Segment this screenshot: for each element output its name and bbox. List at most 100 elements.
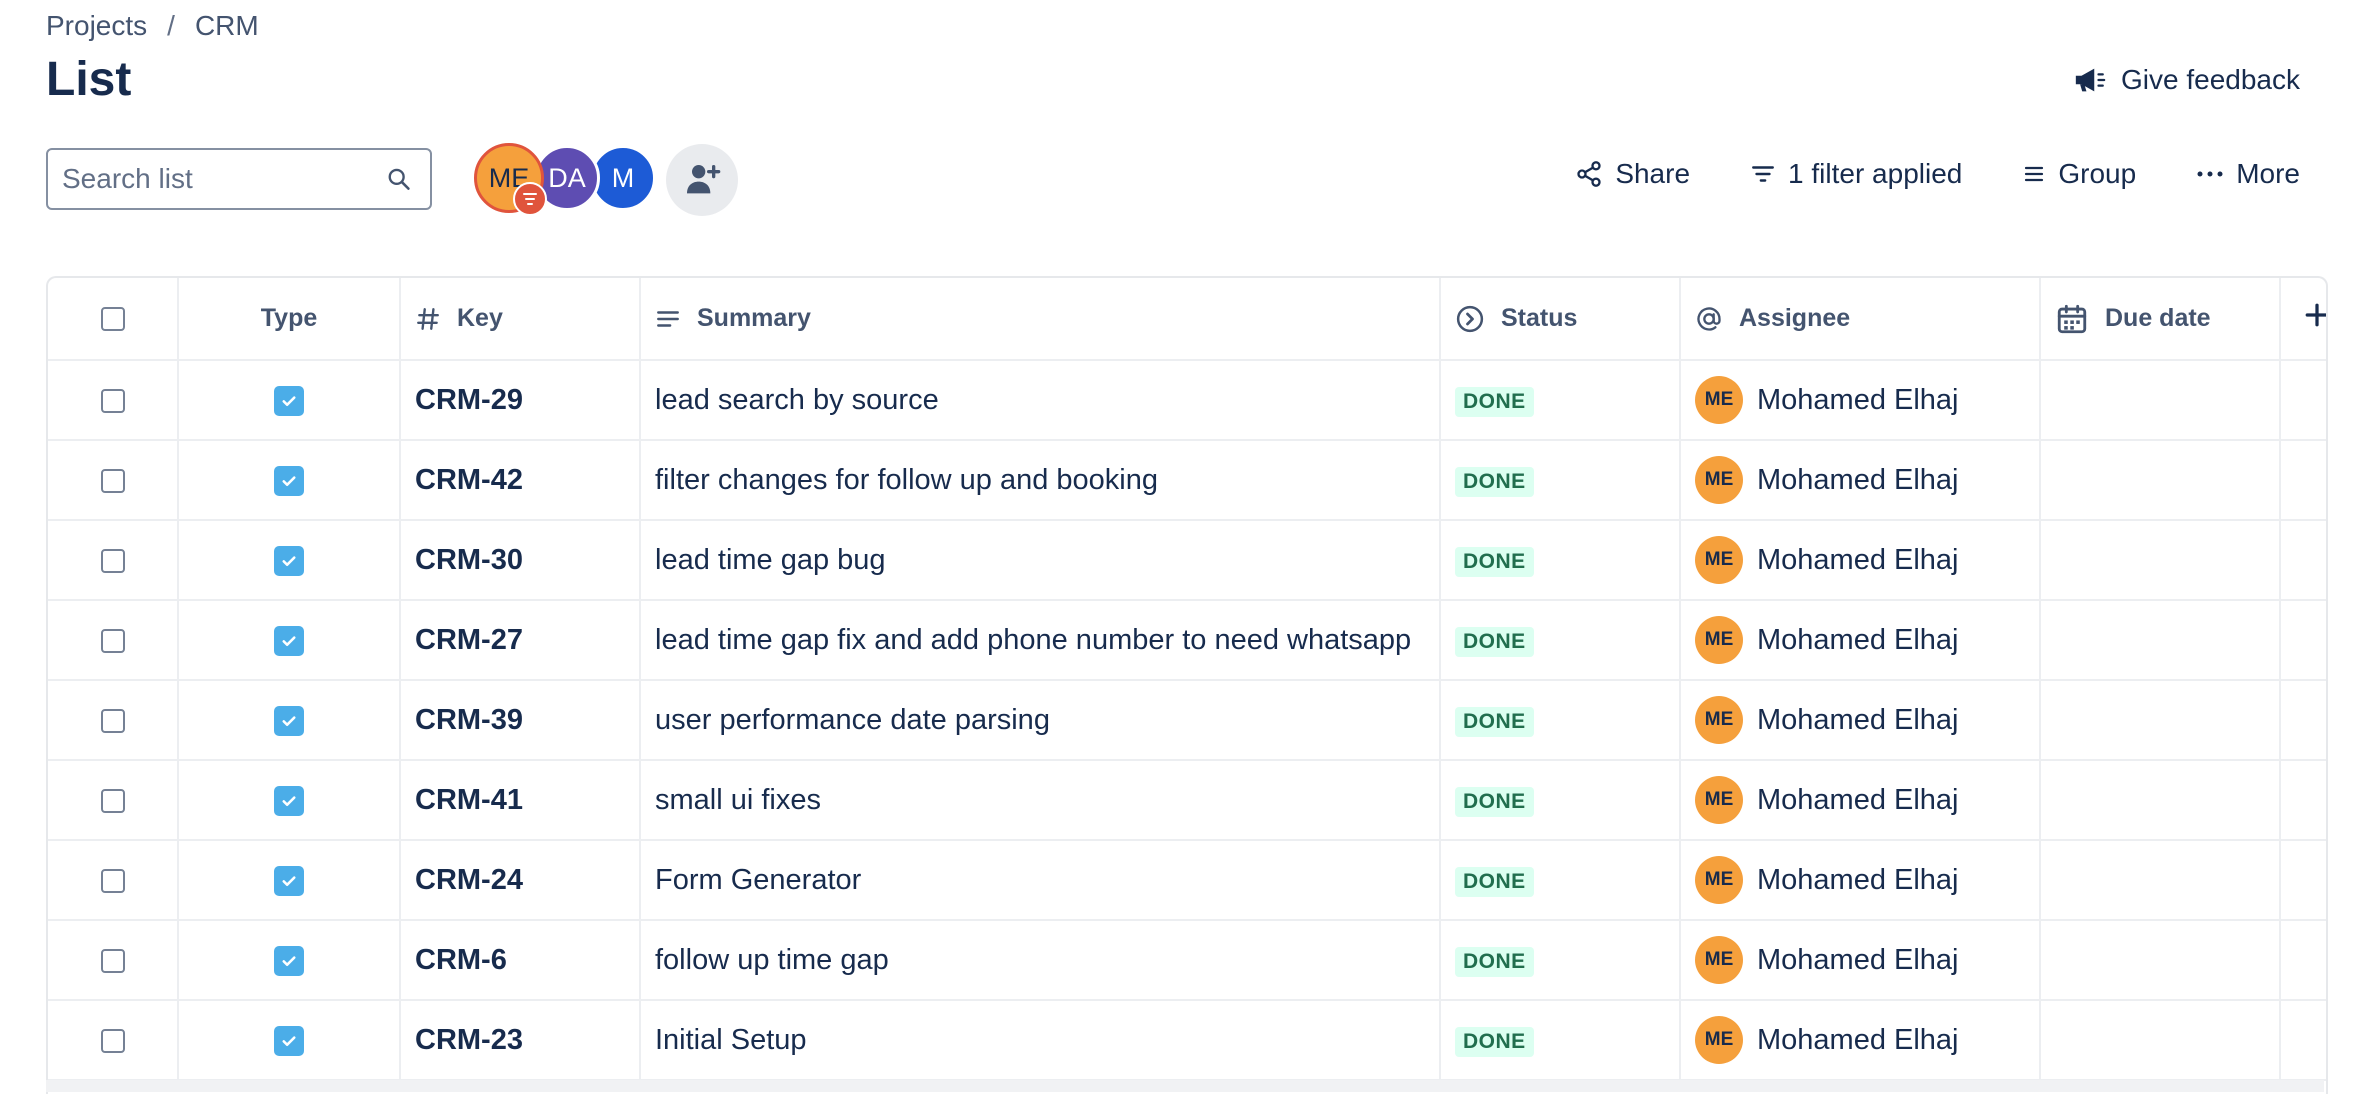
table-row[interactable]: CRM-30 lead time gap bug DONE ME Mohamed Elh… bbox=[48, 520, 2326, 601]
status-badge[interactable]: DONE bbox=[1455, 627, 1534, 657]
table-row[interactable]: CRM-39 user performance date parsing DONE M… bbox=[48, 680, 2326, 761]
table-row[interactable]: CRM-27 lead time gap fix and add phone nu… bbox=[48, 600, 2326, 681]
issue-key-link[interactable]: CRM-27 bbox=[415, 624, 523, 656]
status-badge[interactable]: DONE bbox=[1455, 707, 1534, 737]
status-cell[interactable]: DONE bbox=[1440, 840, 1681, 921]
row-checkbox[interactable] bbox=[100, 868, 125, 893]
group-button[interactable]: Group bbox=[2022, 158, 2136, 190]
select-all-checkbox[interactable] bbox=[100, 307, 125, 332]
row-checkbox[interactable] bbox=[100, 468, 125, 493]
give-feedback-button[interactable]: Give feedback bbox=[2073, 64, 2300, 96]
status-badge[interactable]: DONE bbox=[1455, 787, 1534, 817]
task-type-icon[interactable] bbox=[274, 545, 304, 576]
summary-cell[interactable]: follow up time gap bbox=[640, 920, 1441, 1001]
column-header-summary[interactable]: Summary bbox=[640, 278, 1441, 361]
table-row[interactable]: CRM-42 filter changes for follow up and b… bbox=[48, 440, 2326, 521]
assignee-cell[interactable]: ME Mohamed Elhaj bbox=[1680, 680, 2041, 761]
column-header-type[interactable]: Type bbox=[178, 278, 401, 361]
assignee-cell[interactable]: ME Mohamed Elhaj bbox=[1680, 920, 2041, 1001]
issue-key-link[interactable]: CRM-23 bbox=[415, 1024, 523, 1056]
summary-cell[interactable]: Form Generator bbox=[640, 840, 1441, 921]
breadcrumb-projects-link[interactable]: Projects bbox=[46, 10, 147, 42]
summary-cell[interactable]: lead time gap bug bbox=[640, 520, 1441, 601]
add-column-button[interactable] bbox=[2280, 278, 2326, 361]
issue-key-link[interactable]: CRM-39 bbox=[415, 704, 523, 736]
table-row[interactable]: CRM-23 Initial Setup DONE ME Mohamed Elhaj bbox=[48, 1000, 2326, 1081]
filter-button[interactable]: 1 filter applied bbox=[1750, 158, 1962, 190]
assignee-cell[interactable]: ME Mohamed Elhaj bbox=[1680, 360, 2041, 441]
summary-cell[interactable]: small ui fixes bbox=[640, 760, 1441, 841]
status-badge[interactable]: DONE bbox=[1455, 1027, 1534, 1057]
status-cell[interactable]: DONE bbox=[1440, 440, 1681, 521]
due-date-cell[interactable] bbox=[2040, 1000, 2281, 1081]
column-header-status[interactable]: Status bbox=[1440, 278, 1681, 361]
breadcrumb-project-link[interactable]: CRM bbox=[195, 10, 259, 42]
issue-key-link[interactable]: CRM-29 bbox=[415, 384, 523, 416]
due-date-cell[interactable] bbox=[2040, 920, 2281, 1001]
column-header-assignee[interactable]: Assignee bbox=[1680, 278, 2041, 361]
task-type-icon[interactable] bbox=[274, 1025, 304, 1056]
due-date-cell[interactable] bbox=[2040, 680, 2281, 761]
status-badge[interactable]: DONE bbox=[1455, 387, 1534, 417]
more-button[interactable]: More bbox=[2196, 158, 2300, 190]
assignee-cell[interactable]: ME Mohamed Elhaj bbox=[1680, 840, 2041, 921]
table-row[interactable]: CRM-29 lead search by source DONE ME Mohamed… bbox=[48, 360, 2326, 441]
issue-key-link[interactable]: CRM-24 bbox=[415, 864, 523, 896]
assignee-cell[interactable]: ME Mohamed Elhaj bbox=[1680, 760, 2041, 841]
avatar[interactable]: ME bbox=[474, 143, 547, 216]
due-date-cell[interactable] bbox=[2040, 360, 2281, 441]
status-badge[interactable]: DONE bbox=[1455, 867, 1534, 897]
assignee-cell[interactable]: ME Mohamed Elhaj bbox=[1680, 600, 2041, 681]
task-type-icon[interactable] bbox=[274, 865, 304, 896]
horizontal-scrollbar[interactable] bbox=[46, 1080, 2324, 1092]
status-cell[interactable]: DONE bbox=[1440, 760, 1681, 841]
search-box[interactable] bbox=[46, 148, 432, 210]
status-cell[interactable]: DONE bbox=[1440, 920, 1681, 1001]
summary-cell[interactable]: user performance date parsing bbox=[640, 680, 1441, 761]
summary-cell[interactable]: filter changes for follow up and booking bbox=[640, 440, 1441, 521]
add-people-button[interactable] bbox=[666, 144, 738, 216]
row-checkbox[interactable] bbox=[100, 948, 125, 973]
task-type-icon[interactable] bbox=[274, 785, 304, 816]
status-cell[interactable]: DONE bbox=[1440, 520, 1681, 601]
share-button[interactable]: Share bbox=[1575, 158, 1690, 190]
assignee-cell[interactable]: ME Mohamed Elhaj bbox=[1680, 1000, 2041, 1081]
status-badge[interactable]: DONE bbox=[1455, 467, 1534, 497]
due-date-cell[interactable] bbox=[2040, 760, 2281, 841]
row-checkbox[interactable] bbox=[100, 628, 125, 653]
task-type-icon[interactable] bbox=[274, 625, 304, 656]
status-cell[interactable]: DONE bbox=[1440, 1000, 1681, 1081]
row-checkbox[interactable] bbox=[100, 548, 125, 573]
status-badge[interactable]: DONE bbox=[1455, 547, 1534, 577]
due-date-cell[interactable] bbox=[2040, 440, 2281, 521]
column-header-key[interactable]: Key bbox=[400, 278, 641, 361]
row-checkbox[interactable] bbox=[100, 1028, 125, 1053]
issue-key-link[interactable]: CRM-41 bbox=[415, 784, 523, 816]
issue-key-link[interactable]: CRM-42 bbox=[415, 464, 523, 496]
search-input[interactable] bbox=[60, 162, 387, 196]
table-row[interactable]: CRM-6 follow up time gap DONE ME Mohamed Elh… bbox=[48, 920, 2326, 1001]
status-cell[interactable]: DONE bbox=[1440, 360, 1681, 441]
due-date-cell[interactable] bbox=[2040, 840, 2281, 921]
task-type-icon[interactable] bbox=[274, 385, 304, 416]
row-checkbox[interactable] bbox=[100, 388, 125, 413]
status-cell[interactable]: DONE bbox=[1440, 680, 1681, 761]
issue-key-link[interactable]: CRM-30 bbox=[415, 544, 523, 576]
status-badge[interactable]: DONE bbox=[1455, 947, 1534, 977]
task-type-icon[interactable] bbox=[274, 945, 304, 976]
task-type-icon[interactable] bbox=[274, 465, 304, 496]
summary-cell[interactable]: lead search by source bbox=[640, 360, 1441, 441]
due-date-cell[interactable] bbox=[2040, 520, 2281, 601]
row-checkbox[interactable] bbox=[100, 788, 125, 813]
assignee-cell[interactable]: ME Mohamed Elhaj bbox=[1680, 440, 2041, 521]
row-checkbox[interactable] bbox=[100, 708, 125, 733]
status-cell[interactable]: DONE bbox=[1440, 600, 1681, 681]
table-row[interactable]: CRM-24 Form Generator DONE ME Mohamed Elhaj bbox=[48, 840, 2326, 921]
table-row[interactable]: CRM-41 small ui fixes DONE ME Mohamed Elhaj bbox=[48, 760, 2326, 841]
column-header-due-date[interactable]: Due date bbox=[2040, 278, 2281, 361]
assignee-cell[interactable]: ME Mohamed Elhaj bbox=[1680, 520, 2041, 601]
due-date-cell[interactable] bbox=[2040, 600, 2281, 681]
summary-cell[interactable]: lead time gap fix and add phone number t… bbox=[640, 600, 1441, 681]
summary-cell[interactable]: Initial Setup bbox=[640, 1000, 1441, 1081]
issue-key-link[interactable]: CRM-6 bbox=[415, 944, 507, 976]
